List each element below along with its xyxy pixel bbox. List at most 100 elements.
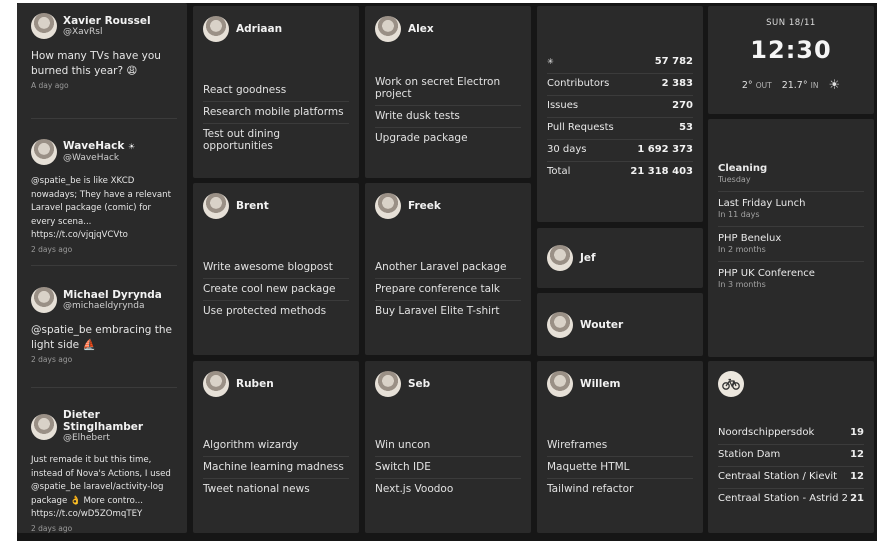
bike-station-row: Noordschippersdok 19 [718,423,864,445]
task-item: Algorithm wizardy [203,435,349,457]
task-item: Another Laravel package [375,257,521,279]
avatar [547,312,573,338]
task-item: Work on secret Electron project [375,72,521,106]
event-title: Cleaning [718,163,768,174]
team-member-brent: Brent Write awesome blogpost Create cool… [193,183,359,355]
bike-count: 19 [850,427,864,438]
stat-value: 1 692 373 [637,144,693,155]
member-name: Seb [408,378,431,390]
station-name: Station Dam [718,449,781,460]
calendar-event: PHP Benelux In 2 months [718,227,864,262]
avatar [375,193,401,219]
stat-row: Issues 270 [547,96,693,118]
outside-temperature: 2° [741,80,753,91]
stat-label: Issues [547,100,579,111]
stat-row: ✳ 57 782 [547,52,693,74]
task-item: Use protected methods [203,305,327,317]
star-icon: ✳ [547,57,554,66]
event-when: In 2 months [718,245,766,254]
stat-label: Contributors [547,78,610,89]
stat-label: Total [547,166,571,177]
github-stats-tile: ✳ 57 782 Contributors 2 383 Issues 270 Pull… [537,6,703,222]
member-name: Brent [236,200,269,212]
task-item: Next.js Voodoo [375,483,454,495]
stat-row: Pull Requests 53 [547,118,693,140]
clock-time: 12:30 [750,36,832,64]
team-member-wouter: Wouter [537,293,703,356]
team-member-ruben: Ruben Algorithm wizardy Machine learning… [193,361,359,533]
sun-icon: ☀ [128,142,136,151]
inside-temperature: 21.7° [781,80,808,91]
task-item: Switch IDE [375,457,521,479]
task-item: Prepare conference talk [375,279,521,301]
sun-icon: ☀ [828,78,841,93]
task-item: Machine learning madness [203,457,349,479]
event-when: In 3 months [718,280,766,289]
team-member-alex: Alex Work on secret Electron project Wri… [365,6,531,178]
stat-value: 2 383 [661,78,693,89]
task-item: Maquette HTML [547,457,693,479]
calendar-event: PHP UK Conference In 3 months [718,262,864,296]
bike-count: 12 [850,449,864,460]
tweet-author-name: Dieter Stinglhamber [63,409,144,433]
weather: 2° OUT 21.7° IN ☀ [708,78,874,93]
event-title: PHP UK Conference [718,268,815,279]
tweet-author-name: Xavier Roussel [63,14,151,27]
event-when: Tuesday [718,175,751,184]
member-name: Alex [408,23,434,35]
bike-station-row: Station Dam 12 [718,445,864,467]
team-member-jef: Jef [537,228,703,288]
avatar [547,371,573,397]
tweet: Michael Dyrynda @michaeldyrynda @spatie_… [31,287,177,364]
divider [31,387,177,388]
bicycle-icon [718,371,744,397]
bike-count: 12 [850,471,864,482]
tweet-author-handle: @michaeldyrynda [63,300,145,311]
calendar-event: Cleaning Tuesday [718,157,864,192]
avatar [31,139,57,165]
outside-label: OUT [755,81,772,90]
team-member-willem: Willem Wireframes Maquette HTML Tailwind… [537,361,703,533]
divider [31,265,177,266]
stat-value: 21 318 403 [630,166,693,177]
task-item: Test out dining opportunities [203,128,281,152]
task-item: Wireframes [547,435,693,457]
twitter-tile: Xavier Roussel @XavRsl How many TVs have… [17,3,187,533]
avatar [203,371,229,397]
team-member-adriaan: Adriaan React goodness Research mobile p… [193,6,359,178]
member-name: Freek [408,200,441,212]
task-item: Write dusk tests [375,106,521,128]
tweet-date: 2 days ago [31,244,73,254]
task-item: Tailwind refactor [547,483,634,495]
bike-station-row: Centraal Station / Kievit 12 [718,467,864,489]
stat-value: 270 [672,100,693,111]
station-name: Centraal Station / Kievit [718,471,838,482]
tweet: Xavier Roussel @XavRsl How many TVs have… [31,13,177,90]
stat-row: Total 21 318 403 [547,162,693,183]
member-name: Wouter [580,319,624,331]
tweet-author-handle: @Elhebert [63,433,110,443]
team-member-seb: Seb Win uncon Switch IDE Next.js Voodoo [365,361,531,533]
member-name: Adriaan [236,23,283,35]
avatar [375,16,401,42]
clock-tile: SUN 18/11 12:30 2° OUT 21.7° IN ☀ [708,6,874,114]
task-item: Buy Laravel Elite T-shirt [375,305,500,317]
tweet-date: 2 days ago [31,523,73,533]
bike-stations-tile: Noordschippersdok 19 Station Dam 12 Centra… [708,361,874,533]
calendar-tile: Cleaning Tuesday Last Friday Lunch In 11… [708,119,874,357]
stat-value: 53 [679,122,693,133]
task-item: Win uncon [375,435,521,457]
task-item: Research mobile platforms [203,102,349,124]
inside-label: IN [810,81,819,90]
bike-station-row: Centraal Station - Astrid 2 21 [718,489,864,510]
bike-count: 21 [850,493,864,504]
stat-row: Contributors 2 383 [547,74,693,96]
event-title: Last Friday Lunch [718,198,806,209]
task-item: Tweet national news [203,483,310,495]
avatar [31,413,57,440]
avatar [547,245,573,271]
task-item: Write awesome blogpost [203,257,349,279]
station-name: Noordschippersdok [718,427,815,438]
clock-date: SUN 18/11 [766,18,816,28]
tweet-text: @spatie_be is like XKCD nowadays; They h… [31,176,172,240]
